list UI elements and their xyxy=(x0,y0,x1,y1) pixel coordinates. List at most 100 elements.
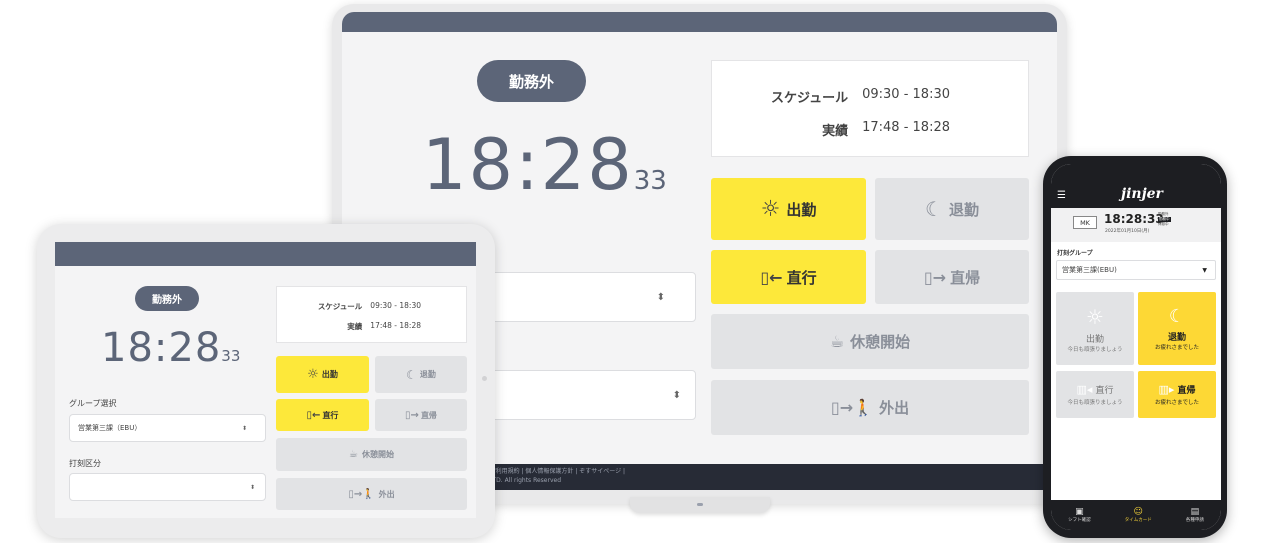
phone-bottom-nav: ▣ シフト確認 ☺ タイムカード ▤ 各種申請 xyxy=(1051,500,1221,530)
go-out-button[interactable]: ▯→🚶 外出 xyxy=(711,380,1029,435)
nav-timecard-label: タイムカード xyxy=(1124,518,1152,523)
moon-icon: ☾ xyxy=(406,367,417,382)
tablet-time-seconds: 33 xyxy=(221,347,241,365)
tablet-schedule-value: 09:30 - 18:30 xyxy=(370,301,421,310)
phone-group-select[interactable]: 営業第三課(EBU) ▼ xyxy=(1056,260,1216,280)
current-time-hm: 18:28 xyxy=(422,124,634,206)
clock-out-button[interactable]: ☾ 退勤 xyxy=(875,178,1029,240)
building-arrow-right-icon: ▯→ xyxy=(923,267,947,287)
phone-clock-in-sub: 今日も頑張りましょう xyxy=(1067,346,1123,353)
sun-icon: ☼ xyxy=(307,367,319,382)
status-badge: 勤務外 xyxy=(477,60,586,102)
tablet-actual-row: 実績 17:48 - 18:28 xyxy=(277,321,421,332)
tablet-direct-go-label: 直行 xyxy=(322,410,339,420)
tablet-group-select[interactable]: 営業第三課（EBU） ⬍ xyxy=(69,414,266,442)
phone-clock-out-sub: お疲れさまでした xyxy=(1154,345,1199,351)
actual-value: 17:48 - 18:28 xyxy=(862,120,950,135)
footer-links: y/利用規約 | 個人情報保護方針 | ぞすサイページ | xyxy=(490,468,626,475)
chevron-updown-icon: ⬍ xyxy=(656,291,665,303)
chevron-updown-icon: ⬍ xyxy=(241,424,247,432)
moon-icon: ☾ xyxy=(1168,306,1186,327)
nav-timecard[interactable]: ☺ タイムカード xyxy=(1125,507,1152,523)
building-arrow-left-icon: ▯← xyxy=(760,267,783,287)
phone-direct-go-row: ▥◂ 直行 xyxy=(1077,383,1114,396)
actual-label: 実績 xyxy=(822,124,849,139)
phone-clock-out-tile[interactable]: ☾ 退勤 お疲れさまでした xyxy=(1138,292,1216,365)
tablet-camera xyxy=(482,376,487,381)
schedule-row: スケジュール 09:30 - 18:30 xyxy=(712,87,950,106)
user-avatar[interactable]: MK xyxy=(1073,216,1097,229)
actual-row: 実績 17:48 - 18:28 xyxy=(712,120,950,139)
nav-request[interactable]: ▤ 各種申請 xyxy=(1186,507,1204,523)
group-select[interactable]: ⬍ xyxy=(472,272,696,322)
tablet-status-badge: 勤務外 xyxy=(135,286,199,311)
phone-direct-return-sub: お疲れさまでした xyxy=(1154,400,1199,406)
stamp-type-select[interactable]: ⬍ xyxy=(472,370,696,420)
phone-group-value: 営業第三課(EBU) xyxy=(1062,266,1117,274)
tablet-clock-in-button[interactable]: ☼ 出勤 xyxy=(276,356,369,393)
clock-face-icon: ☺ xyxy=(1133,507,1143,517)
chevron-down-icon: ▼ xyxy=(1202,266,1207,274)
break-start-button[interactable]: ☕ 休憩開始 xyxy=(711,314,1029,369)
tablet-break-start-button[interactable]: ☕ 休憩開始 xyxy=(276,438,467,471)
group-select-label: グループ選択 xyxy=(69,399,117,408)
direct-return-label: 直帰 xyxy=(950,268,981,287)
tablet-group-value: 営業第三課（EBU） xyxy=(78,424,142,432)
phone-clock-out-label: 退勤 xyxy=(1167,333,1186,343)
tablet-clock-out-button[interactable]: ☾ 退勤 xyxy=(375,356,467,393)
tablet-actual-value: 17:48 - 18:28 xyxy=(370,321,421,330)
footer-copyright: LTD. All rights Reserved xyxy=(490,477,562,484)
schedule-label: スケジュール xyxy=(771,91,849,106)
building-arrow-right-icon: ▯→ xyxy=(405,409,419,421)
phone-direct-go-label: 直行 xyxy=(1095,386,1114,396)
chevron-updown-icon: ⬍ xyxy=(249,483,255,491)
schedule-value: 09:30 - 18:30 xyxy=(862,87,950,102)
tablet-schedule-label: スケジュール xyxy=(317,302,363,311)
phone-header: ☰ jinjer xyxy=(1051,164,1221,208)
sun-icon: ☼ xyxy=(760,196,781,222)
coffee-cup-icon: ☕ xyxy=(829,332,845,351)
tablet-go-out-button[interactable]: ▯→🚶 外出 xyxy=(276,478,467,510)
current-time: 18:2833 xyxy=(422,120,667,226)
clock-in-button[interactable]: ☼ 出勤 xyxy=(711,178,866,240)
app-logo: jinjer xyxy=(1121,186,1163,202)
tablet-clock-out-label: 退勤 xyxy=(419,370,436,379)
direct-go-button[interactable]: ▯← 直行 xyxy=(711,250,866,304)
tablet-header-bar xyxy=(55,242,476,266)
tablet-actual-label: 実績 xyxy=(347,322,363,331)
door-walk-icon: ▯→🚶 xyxy=(830,398,874,417)
tablet-direct-go-button[interactable]: ▯← 直行 xyxy=(276,399,369,431)
phone-screen: ☰ jinjer MK 18:28:33 勤務外 勤務中 休憩中 2022年01… xyxy=(1051,164,1221,530)
phone-group-label: 打刻グループ xyxy=(1057,250,1093,257)
calendar-icon: ▣ xyxy=(1075,507,1084,517)
monitor-stand-indicator xyxy=(697,503,703,506)
nav-shift-label: シフト確認 xyxy=(1068,518,1091,523)
tablet-clock-in-label: 出勤 xyxy=(321,370,338,379)
tablet-direct-return-button[interactable]: ▯→ 直帰 xyxy=(375,399,467,431)
tablet-break-start-label: 休憩開始 xyxy=(361,450,394,459)
building-arrow-icon: ▥▸ xyxy=(1158,383,1175,396)
nav-request-label: 各種申請 xyxy=(1185,518,1204,523)
tablet-stamp-type-select[interactable]: ⬍ xyxy=(69,473,266,501)
hamburger-menu-icon[interactable]: ☰ xyxy=(1057,190,1066,201)
direct-go-label: 直行 xyxy=(786,268,817,287)
phone-time-bar: MK 18:28:33 勤務外 勤務中 休憩中 2022年01月10日(月) xyxy=(1051,208,1221,242)
clock-in-label: 出勤 xyxy=(786,200,817,219)
tablet-schedule-row: スケジュール 09:30 - 18:30 xyxy=(277,301,421,312)
phone-direct-go-tile[interactable]: ▥◂ 直行 今日も頑張りましょう xyxy=(1056,371,1134,418)
moon-icon: ☾ xyxy=(925,197,943,221)
sun-icon: ☼ xyxy=(1086,304,1104,329)
direct-return-button[interactable]: ▯→ 直帰 xyxy=(875,250,1029,304)
phone-clock-in-tile[interactable]: ☼ 出勤 今日も頑張りましょう xyxy=(1056,292,1134,365)
current-time-seconds: 33 xyxy=(633,166,667,196)
tablet-go-out-label: 外出 xyxy=(378,489,395,499)
coffee-cup-icon: ☕ xyxy=(349,449,358,460)
phone-status-tags: 勤務外 勤務中 休憩中 xyxy=(1158,212,1171,227)
phone-direct-return-tile[interactable]: ▥▸ 直帰 お疲れさまでした xyxy=(1138,371,1216,418)
clock-out-label: 退勤 xyxy=(948,200,979,219)
door-walk-icon: ▯→🚶 xyxy=(348,488,375,500)
tablet-direct-return-label: 直帰 xyxy=(420,410,437,420)
tablet-schedule-panel: スケジュール 09:30 - 18:30 実績 17:48 - 18:28 xyxy=(276,286,467,343)
nav-shift[interactable]: ▣ シフト確認 xyxy=(1068,507,1091,523)
tablet-time-hm: 18:28 xyxy=(101,325,222,371)
